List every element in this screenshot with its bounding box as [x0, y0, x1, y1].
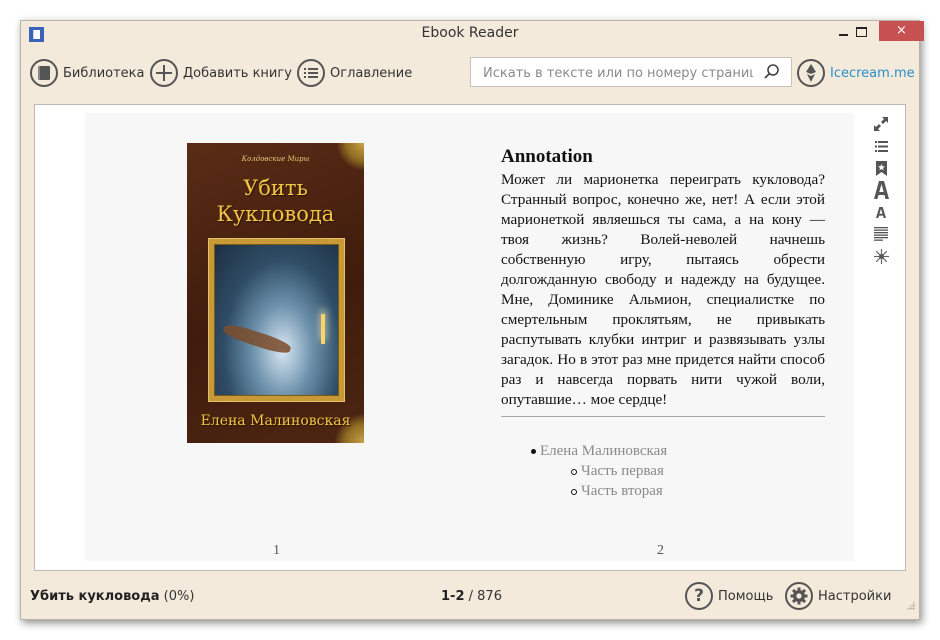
font-decrease-button[interactable]	[871, 201, 891, 223]
icecream-link[interactable]: Icecream.me	[797, 57, 915, 89]
brightness-button[interactable]	[871, 245, 891, 267]
settings-button[interactable]: Настройки	[785, 581, 891, 611]
bookmark-icon	[875, 160, 887, 176]
font-increase-icon	[873, 181, 889, 199]
bookmark-button[interactable]	[871, 157, 891, 179]
fullscreen-icon	[874, 117, 888, 131]
annotation-block: Annotation Может ли марионетка переиграт…	[501, 146, 825, 417]
add-book-button[interactable]: Добавить книгу	[150, 57, 292, 89]
reading-progress: (0%)	[163, 589, 195, 604]
maximize-icon	[855, 26, 867, 37]
toc-item-part[interactable]: Часть вторая	[531, 481, 667, 501]
table-of-contents: Елена Малиновская Часть первая Часть вто…	[531, 441, 667, 501]
cover-title-line2: Кукловода	[216, 202, 335, 226]
library-button[interactable]: Библиотека	[30, 57, 145, 89]
cover-author: Елена Малиновская	[200, 413, 351, 429]
annotation-divider	[501, 416, 825, 417]
help-button[interactable]: ? Помощь	[685, 581, 773, 611]
text-align-button[interactable]	[871, 223, 891, 245]
maximize-button[interactable]	[847, 21, 875, 41]
search-box	[470, 57, 792, 87]
current-pages: 1-2	[441, 589, 465, 604]
list-icon	[297, 59, 325, 87]
settings-label: Настройки	[818, 588, 892, 604]
window-title: Ebook Reader	[421, 25, 519, 41]
page-indicator: 1-2 / 876	[441, 589, 502, 604]
brightness-icon	[873, 248, 889, 264]
status-bar: Убить кукловода (0%) 1-2 / 876 ? Помощь …	[21, 578, 919, 614]
page-number-left: 1	[273, 543, 280, 558]
font-decrease-icon	[876, 206, 886, 218]
text-align-icon	[874, 227, 888, 241]
reader-area: Колдовские Миры Убить Кукловода Елена Ма…	[34, 104, 906, 571]
library-icon	[30, 59, 58, 87]
plus-icon	[150, 59, 178, 87]
app-window: Ebook Reader × Библиотека Добавить книгу…	[20, 20, 924, 620]
contents-button[interactable]: Оглавление	[297, 57, 412, 89]
icecream-label: Icecream.me	[830, 65, 915, 81]
gear-icon	[785, 582, 813, 610]
library-label: Библиотека	[63, 65, 145, 81]
current-book-info: Убить кукловода (0%)	[30, 589, 194, 604]
page-number-right: 2	[657, 543, 664, 558]
contents-side-button[interactable]	[871, 135, 891, 157]
font-increase-button[interactable]	[871, 179, 891, 201]
close-button[interactable]: ×	[879, 21, 924, 41]
add-book-label: Добавить книгу	[183, 65, 292, 81]
side-toolbar	[871, 113, 891, 267]
search-input[interactable]	[481, 63, 755, 83]
cover-title-line1: Убить	[243, 176, 308, 200]
help-label: Помощь	[718, 588, 774, 604]
icecream-logo-icon	[797, 59, 825, 87]
contents-icon	[874, 140, 888, 152]
toc-item-author[interactable]: Елена Малиновская	[531, 441, 667, 461]
close-icon: ×	[896, 23, 907, 38]
help-icon: ?	[685, 582, 713, 610]
toc-item-part[interactable]: Часть первая	[531, 461, 667, 481]
search-icon[interactable]	[763, 63, 781, 81]
resize-grip[interactable]	[906, 601, 915, 610]
cover-title: Убить Кукловода	[187, 175, 364, 227]
annotation-text: Может ли марионетка переиграть кукловода…	[501, 171, 825, 408]
cover-series: Колдовские Миры	[241, 155, 310, 163]
contents-label: Оглавление	[330, 65, 413, 81]
annotation-heading: Annotation	[501, 146, 593, 167]
fullscreen-button[interactable]	[871, 113, 891, 135]
current-book-title: Убить кукловода	[30, 589, 160, 604]
cover-illustration	[209, 239, 344, 401]
toolbar: Библиотека Добавить книгу Оглавление Ice…	[21, 53, 919, 95]
page-spread: Колдовские Миры Убить Кукловода Елена Ма…	[85, 113, 854, 561]
total-pages: / 876	[468, 589, 502, 604]
title-bar: Ebook Reader ×	[21, 21, 924, 47]
book-cover-image: Колдовские Миры Убить Кукловода Елена Ма…	[187, 143, 364, 443]
